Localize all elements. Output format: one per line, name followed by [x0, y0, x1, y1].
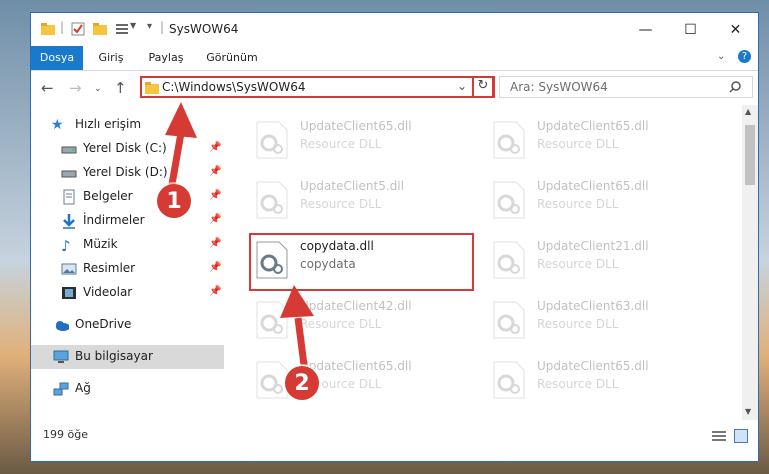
download-icon [63, 214, 75, 229]
customize-toolbar-icon[interactable]: ▾ [147, 21, 152, 32]
videos-icon [62, 287, 76, 299]
dll-file-icon [256, 181, 288, 219]
file-item[interactable]: UpdateClient65.dll Resource DLL [249, 115, 469, 163]
pin-icon[interactable]: 📌 [209, 214, 221, 225]
sidebar-item-downloads[interactable]: İndirmeler 📌 [31, 209, 224, 233]
sidebar-item-quick-access[interactable]: ★ Hızlı erişim [31, 113, 224, 137]
address-path: C:\Windows\SysWOW64 [162, 80, 306, 94]
sidebar-item-documents[interactable]: Belgeler 📌 [31, 185, 224, 209]
chevron-down-icon[interactable]: ▼ [130, 21, 136, 30]
file-item[interactable]: UpdateClient5.dll Resource DLL [249, 175, 469, 223]
file-item[interactable]: UpdateClient42.dll Resource DLL [249, 295, 469, 343]
new-folder-icon[interactable] [93, 22, 107, 36]
refresh-button[interactable]: ↻ [472, 76, 494, 98]
pin-icon[interactable]: 📌 [209, 262, 221, 273]
pictures-icon [61, 263, 77, 275]
view-options-icon[interactable] [115, 22, 129, 36]
file-item[interactable]: UpdateClient65.dll Resource DLL [249, 355, 469, 403]
dll-file-icon [493, 121, 525, 159]
star-icon: ★ [51, 117, 64, 133]
window-title: SysWOW64 [169, 22, 239, 36]
ribbon-tabs: Dosya Giriş Paylaş Görünüm ⌄ ? [31, 46, 758, 71]
maximize-button[interactable]: ☐ [668, 13, 713, 46]
up-arrow-icon[interactable]: ↑ [114, 79, 127, 97]
file-item[interactable]: UpdateClient65.dll Resource DLL [486, 175, 706, 223]
address-bar[interactable]: C:\Windows\SysWOW64 ⌄ [140, 76, 495, 98]
title-bar: | ▼ ▾ | SysWOW64 — ☐ ✕ [31, 13, 758, 46]
music-icon: ♪ [61, 237, 71, 255]
sidebar-item-pictures[interactable]: Resimler 📌 [31, 257, 224, 281]
close-button[interactable]: ✕ [713, 13, 758, 46]
search-placeholder: Ara: SysWOW64 [510, 80, 608, 94]
sidebar-item-onedrive[interactable]: OneDrive [31, 313, 224, 337]
file-item[interactable]: UpdateClient65.dll Resource DLL [486, 355, 706, 403]
vertical-scrollbar[interactable]: ▲ ▼ [742, 105, 758, 420]
folder-icon [145, 82, 159, 94]
dll-file-icon [493, 361, 525, 399]
recent-locations-icon[interactable]: ⌄ [94, 84, 102, 94]
tab-view[interactable]: Görünüm [197, 46, 267, 70]
pin-icon[interactable]: 📌 [209, 238, 221, 249]
pin-icon[interactable]: 📌 [209, 190, 221, 201]
search-icon[interactable] [729, 81, 741, 93]
sidebar-item-disk-d[interactable]: Yerel Disk (D:) 📌 [31, 161, 224, 185]
folder-icon[interactable] [41, 22, 55, 36]
dll-file-icon [256, 301, 288, 339]
sidebar-item-disk-c[interactable]: Yerel Disk (C:) 📌 [31, 137, 224, 161]
tab-home[interactable]: Giriş [89, 46, 133, 70]
ribbon-expand-icon[interactable]: ⌄ [717, 51, 725, 62]
explorer-window: | ▼ ▾ | SysWOW64 — ☐ ✕ Dosya Giriş Payla… [30, 12, 759, 462]
properties-icon[interactable] [71, 22, 85, 36]
network-icon [53, 382, 69, 396]
navigation-pane: ★ Hızlı erişim Yerel Disk (C:) 📌 Yerel D… [31, 105, 224, 420]
scroll-up-icon[interactable]: ▲ [745, 107, 751, 116]
sidebar-item-this-pc[interactable]: Bu bilgisayar [31, 345, 224, 369]
step-badge-2: 2 [285, 366, 319, 400]
dll-file-icon [493, 181, 525, 219]
tab-file[interactable]: Dosya [31, 46, 83, 70]
search-input[interactable]: Ara: SysWOW64 [499, 76, 753, 98]
tab-share[interactable]: Paylaş [141, 46, 191, 70]
address-dropdown-icon[interactable]: ⌄ [457, 79, 467, 93]
drive-icon [61, 170, 77, 178]
large-icons-view-icon[interactable] [734, 429, 748, 443]
file-item[interactable]: UpdateClient65.dll Resource DLL [486, 115, 706, 163]
sidebar-item-videos[interactable]: Videolar 📌 [31, 281, 224, 305]
dll-file-icon [493, 241, 525, 279]
pin-icon[interactable]: 📌 [209, 166, 221, 177]
scroll-down-icon[interactable]: ▼ [745, 407, 751, 416]
file-item[interactable]: UpdateClient21.dll Resource DLL [486, 235, 706, 283]
help-icon[interactable]: ? [738, 50, 751, 63]
separator: | [160, 20, 165, 34]
pin-icon[interactable]: 📌 [209, 142, 221, 153]
drive-icon [61, 146, 77, 154]
dll-file-icon [493, 301, 525, 339]
computer-icon [53, 350, 69, 363]
dll-file-icon [256, 361, 288, 399]
back-arrow-icon[interactable]: ← [41, 79, 54, 97]
scrollbar-thumb[interactable] [745, 125, 755, 185]
item-count: 199 öğe [43, 428, 88, 441]
minimize-button[interactable]: — [623, 13, 668, 46]
file-item[interactable]: UpdateClient63.dll Resource DLL [486, 295, 706, 343]
details-view-icon[interactable] [712, 430, 726, 442]
forward-arrow-icon[interactable]: → [69, 79, 82, 97]
cloud-icon [56, 321, 69, 331]
file-highlight-box [249, 233, 474, 291]
documents-icon [63, 189, 75, 205]
sidebar-item-music[interactable]: ♪ Müzik 📌 [31, 233, 224, 257]
sidebar-item-network[interactable]: Ağ [31, 377, 224, 401]
navigation-bar: ← → ⌄ ↑ C:\Windows\SysWOW64 ⌄ ↻ Ara: Sys… [31, 71, 758, 105]
pin-icon[interactable]: 📌 [209, 286, 221, 297]
separator: | [60, 20, 65, 34]
dll-file-icon [256, 121, 288, 159]
step-badge-1: 1 [157, 184, 191, 218]
status-bar: 199 öğe [31, 420, 758, 461]
